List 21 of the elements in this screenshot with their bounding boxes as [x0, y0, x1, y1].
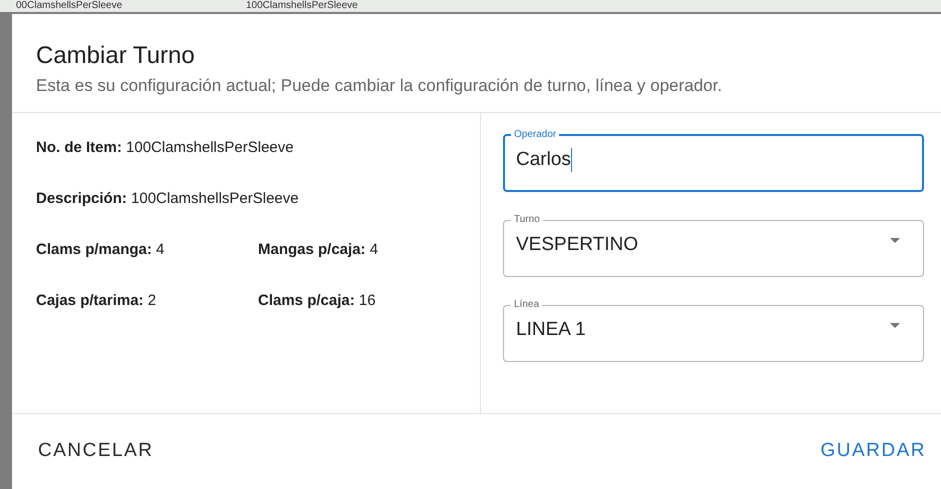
detail-text: Clams p/manga: 4 [36, 241, 166, 259]
cancel-button[interactable]: CANCELAR [27, 434, 164, 468]
text-field[interactable]: Operador Carlos [503, 129, 924, 192]
dropdown-caret-icon[interactable] [890, 238, 900, 243]
table-cell: 100ClamshellsPerSleeve [246, 0, 358, 12]
text-cursor [570, 148, 572, 172]
detail-text: Descripción: 100ClamshellsPerSleeve [36, 190, 300, 208]
detail-text: No. de Item: 100ClamshellsPerSleeve [36, 139, 295, 157]
field-label: Turno [513, 214, 541, 226]
field-label: Operador [513, 129, 558, 141]
table-cell: 00ClamshellsPerSleeve [16, 0, 122, 12]
detail-text: Clams p/caja: 16 [258, 292, 377, 310]
save-button[interactable]: GUARDAR [809, 434, 937, 468]
field-label: Línea [513, 299, 540, 311]
select-field[interactable]: Línea LINEA 1 [503, 299, 924, 362]
detail-text: Mangas p/caja: 4 [258, 241, 380, 259]
detail-text: Cajas p/tarima: 2 [36, 292, 158, 310]
select-field[interactable]: Turno VESPERTINO [503, 214, 924, 277]
dropdown-caret-icon[interactable] [890, 323, 900, 328]
dialog-subtitle: Esta es su configuración actual; Puede cambiar la configuración de turno, línea y operador. [36, 76, 724, 96]
dialog-title: Cambiar Turno [36, 41, 196, 71]
